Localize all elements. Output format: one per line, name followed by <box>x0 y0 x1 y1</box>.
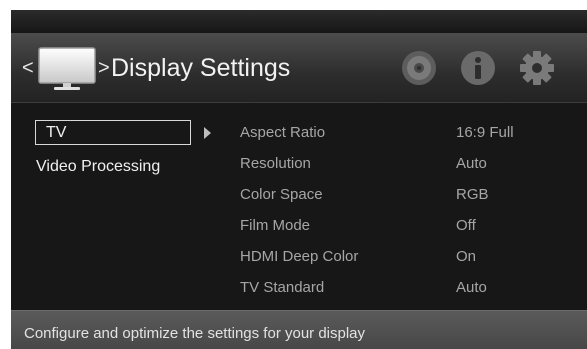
category-video-processing[interactable]: Video Processing <box>36 157 160 177</box>
next-arrow[interactable]: > <box>98 57 110 79</box>
setting-label-film-mode[interactable]: Film Mode <box>240 216 310 236</box>
setting-value-tv-standard[interactable]: Auto <box>456 278 487 298</box>
setting-value-aspect-ratio[interactable]: 16:9 Full <box>456 123 514 143</box>
setting-label-tv-standard[interactable]: TV Standard <box>240 278 324 298</box>
selection-arrow-icon <box>204 127 211 139</box>
info-icon[interactable] <box>459 49 497 87</box>
setting-value-resolution[interactable]: Auto <box>456 154 487 174</box>
page-title: Display Settings <box>111 54 291 82</box>
setting-label-color-space[interactable]: Color Space <box>240 185 323 205</box>
category-tv-label: TV <box>46 124 67 141</box>
setting-label-aspect-ratio[interactable]: Aspect Ratio <box>240 123 325 143</box>
previous-arrow[interactable]: < <box>22 57 34 79</box>
header-bar: < > Display Settings <box>11 33 587 103</box>
disc-icon[interactable] <box>400 49 438 87</box>
help-text: Configure and optimize the settings for … <box>24 325 366 342</box>
setting-value-film-mode[interactable]: Off <box>456 216 476 236</box>
setting-label-resolution[interactable]: Resolution <box>240 154 311 174</box>
category-tv[interactable]: TV <box>35 120 191 145</box>
settings-panel: TV Video Processing Aspect Ratio 16:9 Fu… <box>11 103 587 310</box>
setting-value-hdmi-deep-color[interactable]: On <box>456 247 476 267</box>
display-settings-screen: < > Display Settings TV Video Processing… <box>11 10 587 349</box>
footer-bar: Configure and optimize the settings for … <box>11 310 587 349</box>
setting-label-hdmi-deep-color[interactable]: HDMI Deep Color <box>240 247 358 267</box>
top-bar <box>11 10 587 33</box>
gear-icon[interactable] <box>518 49 556 87</box>
setting-value-color-space[interactable]: RGB <box>456 185 489 205</box>
tv-icon <box>38 47 96 90</box>
